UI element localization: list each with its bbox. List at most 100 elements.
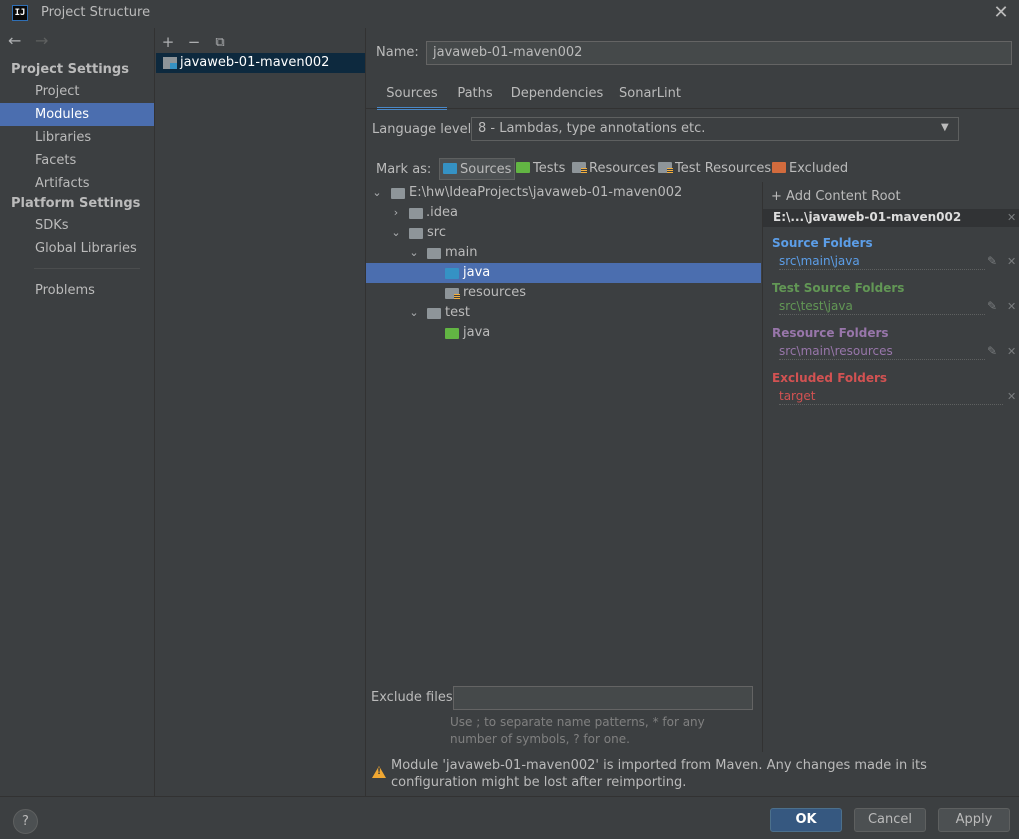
module-list-item-label: javaweb-01-maven002	[180, 55, 330, 70]
mark-test-resources-label: Test Resources	[675, 161, 772, 176]
intellij-logo-icon: IJ	[12, 5, 28, 21]
module-list-panel	[155, 28, 366, 796]
add-content-root-button[interactable]: + Add Content Root	[771, 189, 901, 204]
sidebar-item-facets[interactable]: Facets	[0, 149, 154, 172]
module-name-input[interactable]: javaweb-01-maven002	[426, 41, 1012, 65]
forward-arrow-icon[interactable]: →	[35, 31, 48, 50]
test-resources-folder-icon	[658, 162, 673, 174]
tree-node-test[interactable]: ⌄ test	[366, 303, 761, 323]
sources-folder-icon	[445, 268, 459, 279]
excluded-folders-title: Excluded Folders	[772, 371, 888, 385]
exclude-files-hint: Use ; to separate name patterns, * for a…	[450, 715, 705, 746]
language-level-select[interactable]: 8 - Lambdas, type annotations etc.	[471, 117, 959, 141]
mark-sources-label: Sources	[460, 162, 512, 177]
excluded-folder-icon	[772, 162, 786, 173]
source-folder-path: src\main\java	[779, 254, 985, 270]
sidebar-item-libraries[interactable]: Libraries	[0, 126, 154, 149]
remove-icon[interactable]: ✕	[1007, 390, 1016, 403]
folder-icon	[409, 228, 423, 239]
mark-as-label: Mark as:	[376, 162, 432, 177]
tree-node-label: java	[463, 325, 491, 340]
mark-sources-button[interactable]: Sources	[439, 158, 516, 180]
mark-test-resources-button[interactable]: Test Resources	[655, 158, 774, 180]
mark-excluded-label: Excluded	[789, 161, 849, 176]
tree-node-src[interactable]: ⌄ src	[366, 223, 761, 243]
tab-sources[interactable]: Sources	[377, 86, 447, 110]
tree-node-label: main	[445, 245, 478, 260]
folder-icon	[427, 248, 441, 259]
chevron-right-icon[interactable]: ›	[390, 203, 402, 223]
tree-node-idea[interactable]: › .idea	[366, 203, 761, 223]
test-source-folders-title: Test Source Folders	[772, 281, 905, 295]
sources-folder-icon	[443, 163, 457, 174]
tree-node-label: test	[445, 305, 470, 320]
chevron-down-icon[interactable]: ▼	[941, 122, 949, 133]
mark-resources-label: Resources	[589, 161, 656, 176]
module-badge-icon	[170, 63, 177, 69]
mark-excluded-button[interactable]: Excluded	[769, 158, 851, 180]
chevron-down-icon[interactable]: ⌄	[408, 243, 420, 263]
remove-icon[interactable]: −	[186, 33, 202, 51]
tree-node-label: java	[463, 265, 491, 280]
edit-icon[interactable]: ✎	[987, 254, 997, 268]
chevron-down-icon[interactable]: ⌄	[371, 183, 383, 203]
tree-node-resources[interactable]: resources	[366, 283, 761, 303]
tree-node-root[interactable]: ⌄ E:\hw\IdeaProjects\javaweb-01-maven002	[366, 183, 761, 203]
test-source-folder-path: src\test\java	[779, 299, 985, 315]
mark-tests-button[interactable]: Tests	[513, 158, 568, 180]
content-root-path: E:\...\javaweb-01-maven002	[773, 210, 962, 224]
excluded-folder-path: target	[779, 389, 1003, 405]
tab-paths[interactable]: Paths	[452, 86, 498, 110]
edit-icon[interactable]: ✎	[987, 344, 997, 358]
tree-node-label: .idea	[426, 205, 458, 220]
mark-tests-label: Tests	[533, 161, 566, 176]
add-icon[interactable]: +	[160, 33, 176, 51]
tree-node-main[interactable]: ⌄ main	[366, 243, 761, 263]
tree-node-test-java[interactable]: java	[366, 323, 761, 343]
sidebar-divider	[34, 268, 140, 269]
exclude-files-label: Exclude files:	[371, 690, 458, 705]
platform-settings-heading: Platform Settings	[11, 196, 141, 211]
sidebar-item-sdks[interactable]: SDKs	[0, 214, 154, 237]
resources-folder-icon	[445, 288, 460, 300]
apply-button[interactable]: Apply	[938, 808, 1010, 832]
sidebar-item-artifacts[interactable]: Artifacts	[0, 172, 154, 195]
sidebar-item-project[interactable]: Project	[0, 80, 154, 103]
chevron-down-icon[interactable]: ⌄	[408, 303, 420, 323]
cancel-button[interactable]: Cancel	[854, 808, 926, 832]
resource-folders-title: Resource Folders	[772, 326, 889, 340]
back-arrow-icon[interactable]: ←	[8, 31, 21, 50]
copy-icon[interactable]: ⧉	[212, 35, 228, 50]
project-settings-heading: Project Settings	[11, 62, 129, 77]
exclude-files-input[interactable]	[453, 686, 753, 710]
tab-sonarlint[interactable]: SonarLint	[616, 86, 684, 110]
tree-node-label: E:\hw\IdeaProjects\javaweb-01-maven002	[409, 185, 683, 200]
sidebar-item-problems[interactable]: Problems	[0, 279, 154, 302]
close-icon[interactable]: ✕	[992, 3, 1010, 23]
resources-folder-icon	[572, 162, 587, 174]
title-bar	[0, 0, 1019, 28]
edit-icon[interactable]: ✎	[987, 299, 997, 313]
tests-folder-icon	[516, 162, 530, 173]
remove-icon[interactable]: ✕	[1007, 255, 1016, 268]
remove-icon[interactable]: ✕	[1007, 300, 1016, 313]
mark-resources-button[interactable]: Resources	[569, 158, 658, 180]
name-label: Name:	[376, 45, 419, 60]
sidebar-item-global-libraries[interactable]: Global Libraries	[0, 237, 154, 260]
folder-icon	[391, 188, 405, 199]
tree-node-main-java[interactable]: java	[366, 263, 761, 283]
maven-warning-text: Module 'javaweb-01-maven002' is imported…	[391, 758, 927, 790]
folder-icon	[427, 308, 441, 319]
tabs-divider	[366, 108, 1019, 109]
help-button[interactable]: ?	[13, 809, 38, 834]
window-title: Project Structure	[41, 5, 151, 20]
tab-dependencies[interactable]: Dependencies	[508, 86, 606, 110]
tree-node-label: src	[427, 225, 446, 240]
tree-node-label: resources	[463, 285, 527, 300]
remove-icon[interactable]: ✕	[1007, 345, 1016, 358]
remove-root-icon[interactable]: ✕	[1007, 211, 1016, 224]
sidebar-item-modules[interactable]: Modules	[0, 103, 154, 126]
ok-button[interactable]: OK	[770, 808, 842, 832]
chevron-down-icon[interactable]: ⌄	[390, 223, 402, 243]
resource-folder-path: src\main\resources	[779, 344, 985, 360]
